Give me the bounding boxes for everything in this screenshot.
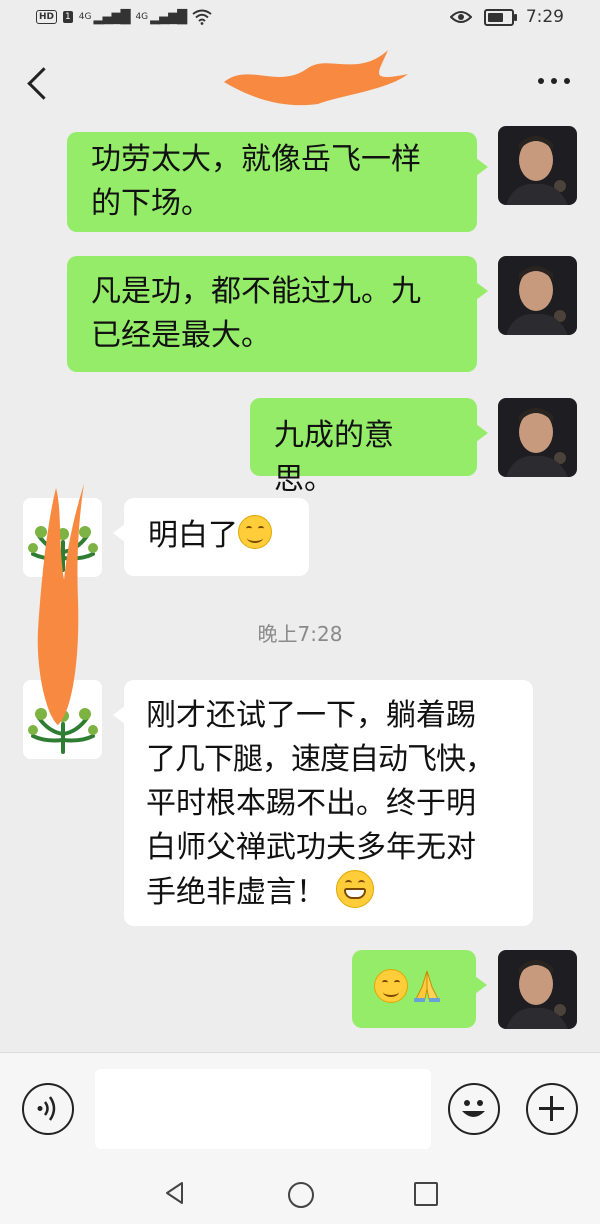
message-line: 九成的意思。 (274, 418, 394, 497)
redacted-title (224, 50, 408, 106)
message-line: 的下场。 (91, 186, 211, 221)
message-line: 了几下腿，速度自动飞快， (146, 742, 495, 777)
redaction-scribble (37, 484, 84, 725)
avatar-self[interactable] (498, 398, 577, 477)
more-dots-icon[interactable] (538, 78, 570, 84)
avatar-self[interactable] (498, 126, 577, 205)
plus-icon[interactable] (526, 1083, 578, 1135)
status-bar: HD 1 4G ▂▄▆█ 4G ▂▄▆█ 7:29 (0, 0, 600, 38)
back-icon[interactable] (22, 66, 58, 102)
chat-header (0, 38, 600, 132)
smile-emoji-icon (374, 969, 408, 1003)
nav-home-icon[interactable] (288, 1182, 314, 1208)
status-left: HD 1 4G ▂▄▆█ 4G ▂▄▆█ (36, 9, 212, 25)
grin-emoji-icon (336, 870, 374, 908)
input-bar (0, 1052, 600, 1163)
message-bubble-self[interactable]: 功劳太大，就像岳飞一样 的下场。 (67, 132, 488, 232)
signal-icon-2: ▂▄▆█ (150, 9, 187, 25)
wifi-icon (192, 9, 212, 25)
network-label-1: 4G (78, 12, 92, 22)
message-line: 手绝非虚言！ (146, 875, 326, 910)
message-text: 明白了 (148, 518, 238, 553)
avatar-self[interactable] (498, 256, 577, 335)
network-label-2: 4G (135, 12, 149, 22)
voice-icon[interactable] (22, 1083, 74, 1135)
message-bubble-self[interactable]: 九成的意思。 (250, 398, 488, 497)
message-line: 功劳太大，就像岳飞一样 (91, 142, 421, 177)
sim-badge: 1 (63, 11, 73, 23)
message-bubble-self[interactable]: 凡是功，都不能过九。九 已经是最大。 (67, 256, 488, 372)
eye-icon (449, 11, 472, 23)
message-line: 已经是最大。 (91, 318, 271, 353)
message-input[interactable] (95, 1069, 431, 1149)
message-line: 白师父禅武功夫多年无对 (146, 830, 476, 865)
message-line: 平时根本踢不出。终于明 (146, 786, 476, 821)
message-bubble-self[interactable] (352, 950, 487, 1028)
message-bubble-other[interactable]: 刚才还试了一下，躺着踢 了几下腿，速度自动飞快， 平时根本踢不出。终于明 白师父… (113, 680, 533, 926)
status-time: 7:29 (525, 7, 564, 27)
signal-icon: ▂▄▆█ (93, 9, 130, 25)
message-bubble-other[interactable]: 明白了 (113, 498, 309, 576)
system-nav-bar (0, 1162, 600, 1224)
nav-recent-icon[interactable] (414, 1182, 438, 1206)
nav-back-icon[interactable] (162, 1180, 188, 1206)
battery-icon (483, 8, 517, 26)
message-line: 凡是功，都不能过九。九 (91, 274, 421, 309)
avatar-self[interactable] (498, 950, 577, 1029)
hd-badge: HD (36, 10, 58, 24)
status-right: 7:29 (449, 7, 564, 27)
emoji-icon[interactable] (448, 1083, 500, 1135)
pray-emoji-icon (414, 970, 440, 1002)
smile-emoji-icon (238, 515, 272, 549)
message-line: 刚才还试了一下，躺着踢 (146, 698, 476, 733)
